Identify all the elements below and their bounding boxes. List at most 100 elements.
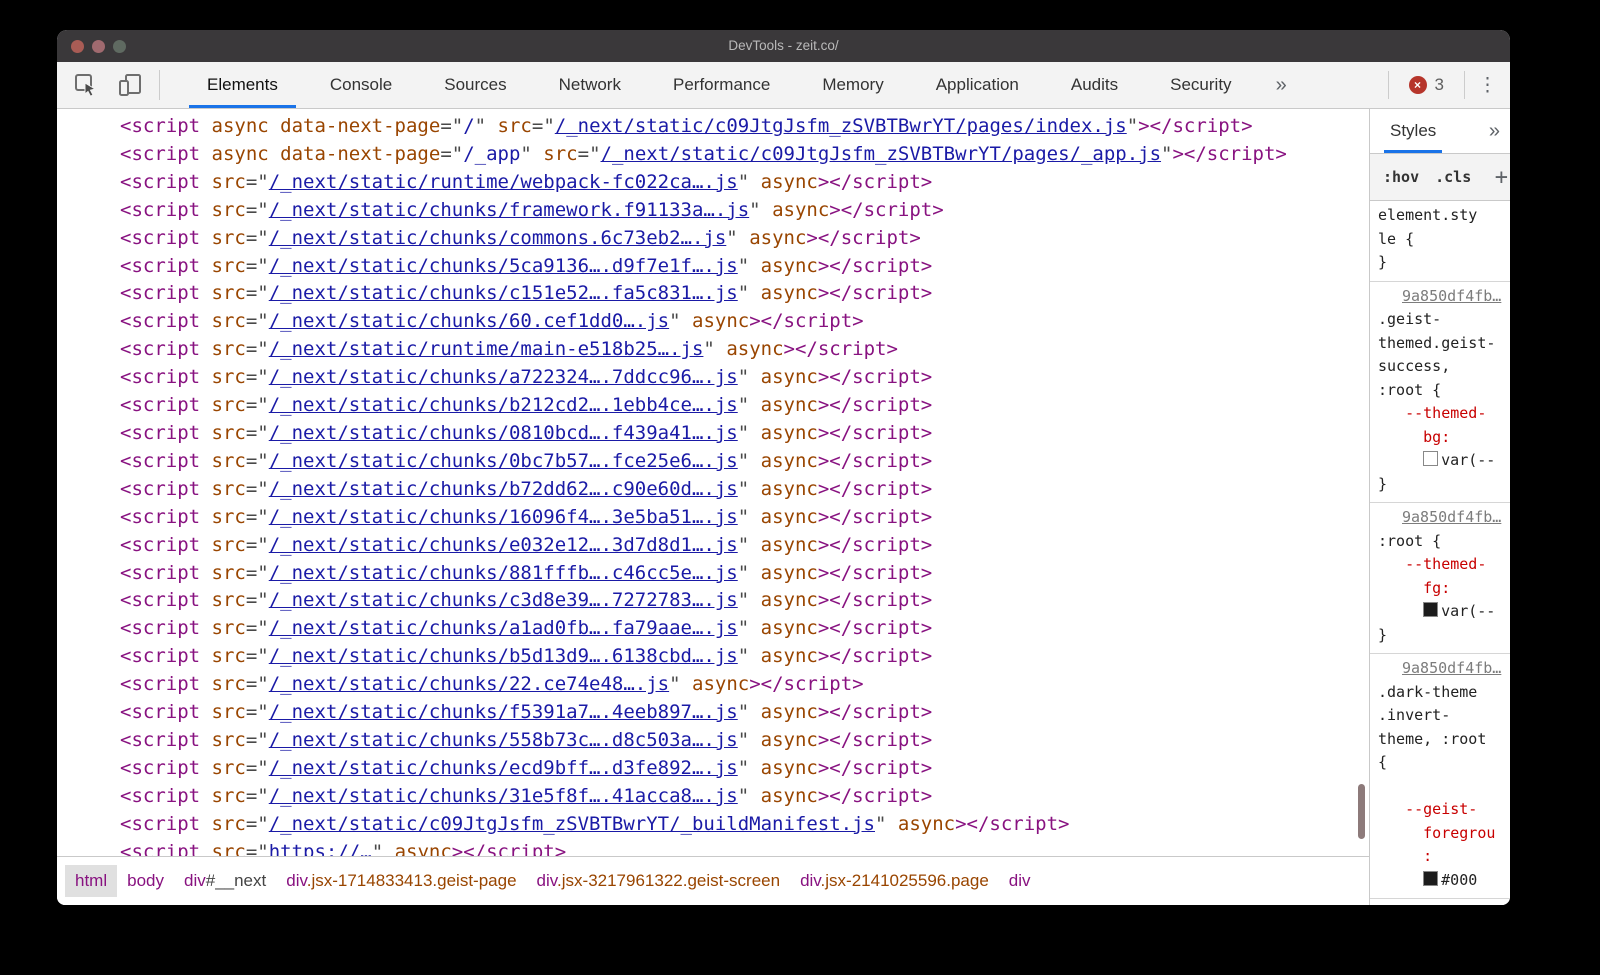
tab-network[interactable]: Network xyxy=(533,62,647,108)
resource-link[interactable]: /_next/static/chunks/558b73c….d8c503a….j… xyxy=(269,729,738,751)
dom-node[interactable]: <script src="/_next/static/chunks/b212cd… xyxy=(120,392,1369,420)
dom-node[interactable]: <script src="/_next/static/chunks/f5391a… xyxy=(120,699,1369,727)
tab-audits[interactable]: Audits xyxy=(1045,62,1144,108)
resource-link[interactable]: /_next/static/runtime/main-e518b25….js xyxy=(269,338,704,360)
device-toolbar-icon[interactable] xyxy=(115,70,145,100)
tab-console[interactable]: Console xyxy=(304,62,418,108)
dom-node[interactable]: <script src="/_next/static/chunks/ecd9bf… xyxy=(120,755,1369,783)
breadcrumb-div[interactable]: div.jsx-3217961322.geist-screen xyxy=(527,865,791,897)
breadcrumb-html[interactable]: html xyxy=(65,865,117,897)
breadcrumb-div#__next[interactable]: div#__next xyxy=(174,865,276,897)
style-rule-line[interactable]: { xyxy=(1378,751,1506,775)
style-rule-line[interactable]: } xyxy=(1378,624,1506,648)
style-rule-line[interactable]: bg: xyxy=(1378,426,1506,450)
dom-node[interactable]: <script async data-next-page="/_app" src… xyxy=(120,141,1369,169)
style-rule-line[interactable]: .dark-theme xyxy=(1378,681,1506,705)
resource-link[interactable]: /_next/static/chunks/ecd9bff….d3fe892….j… xyxy=(269,757,738,779)
resource-link[interactable]: /_next/static/c09JtgJsfm_zSVBTBwrYT/_bui… xyxy=(269,813,875,835)
style-rule-line[interactable]: themed.geist- xyxy=(1378,332,1506,356)
dom-node[interactable]: <script src="/_next/static/chunks/881fff… xyxy=(120,560,1369,588)
tab-sources[interactable]: Sources xyxy=(418,62,532,108)
color-swatch[interactable] xyxy=(1423,451,1438,466)
dom-node[interactable]: <script src="/_next/static/chunks/c3d8e3… xyxy=(120,587,1369,615)
resource-link[interactable]: /_next/static/chunks/c3d8e39….7272783….j… xyxy=(269,589,738,611)
tab-styles[interactable]: Styles xyxy=(1384,109,1442,153)
resource-link[interactable]: /_next/static/chunks/22.ce74e48….js xyxy=(269,673,669,695)
new-style-rule-icon[interactable]: + xyxy=(1495,165,1508,190)
resource-link[interactable]: /_next/static/chunks/b212cd2….1ebb4ce….j… xyxy=(269,394,738,416)
style-rule-line[interactable] xyxy=(1378,775,1506,799)
style-rule-line[interactable]: var(-- xyxy=(1378,600,1506,624)
dom-node[interactable]: <script src="/_next/static/chunks/b72dd6… xyxy=(120,476,1369,504)
breadcrumb-body[interactable]: body xyxy=(117,865,174,897)
more-options-icon[interactable]: ⋮ xyxy=(1465,74,1510,97)
resource-link[interactable]: /_next/static/c09JtgJsfm_zSVBTBwrYT/page… xyxy=(601,143,1162,165)
resource-link[interactable]: /_next/static/chunks/0bc7b57….fce25e6….j… xyxy=(269,450,738,472)
style-rule-line[interactable]: element.sty xyxy=(1378,204,1506,228)
stylesheet-link[interactable]: 9a850df4fb… xyxy=(1378,285,1506,309)
error-counter[interactable]: × 3 xyxy=(1389,75,1464,95)
dom-node[interactable]: <script src="/_next/static/chunks/c151e5… xyxy=(120,280,1369,308)
style-rule-line[interactable]: .geist- xyxy=(1378,308,1506,332)
style-rule-line[interactable]: :root { xyxy=(1378,379,1506,403)
style-rule-line[interactable]: } xyxy=(1378,473,1506,497)
style-rule-line[interactable]: foregrou xyxy=(1378,822,1506,846)
dom-node[interactable]: <script src="/_next/static/chunks/16096f… xyxy=(120,504,1369,532)
more-tabs-chevron-icon[interactable]: » xyxy=(1268,62,1295,108)
dom-node[interactable]: <script src="/_next/static/chunks/0810bc… xyxy=(120,420,1369,448)
resource-link[interactable]: /_next/static/runtime/webpack-fc022ca….j… xyxy=(269,171,738,193)
resource-link[interactable]: /_next/static/chunks/b72dd62….c90e60d….j… xyxy=(269,478,738,500)
dom-node[interactable]: <script src="/_next/static/chunks/31e5f8… xyxy=(120,783,1369,811)
dom-node[interactable]: <script src="/_next/static/chunks/22.ce7… xyxy=(120,671,1369,699)
resource-link[interactable]: /_next/static/chunks/b5d13d9….6138cbd….j… xyxy=(269,645,738,667)
dom-node[interactable]: <script async data-next-page="/" src="/_… xyxy=(120,113,1369,141)
style-rule-line[interactable]: --geist- xyxy=(1378,798,1506,822)
resource-link[interactable]: /_next/static/chunks/16096f4….3e5ba51….j… xyxy=(269,506,738,528)
dom-node[interactable]: <script src="/_next/static/chunks/b5d13d… xyxy=(120,643,1369,671)
dom-node[interactable]: <script src="/_next/static/runtime/webpa… xyxy=(120,169,1369,197)
dom-node[interactable]: <script src="/_next/static/chunks/a1ad0f… xyxy=(120,615,1369,643)
style-rule-line[interactable]: } xyxy=(1378,251,1506,275)
tab-performance[interactable]: Performance xyxy=(647,62,796,108)
dom-node[interactable]: <script src="/_next/static/chunks/common… xyxy=(120,225,1369,253)
resource-link[interactable]: /_next/static/c09JtgJsfm_zSVBTBwrYT/page… xyxy=(555,115,1127,137)
resource-link[interactable]: /_next/static/chunks/framework.f91133a….… xyxy=(269,199,749,221)
dom-node[interactable]: <script src="/_next/static/c09JtgJsfm_zS… xyxy=(120,811,1369,839)
resource-link[interactable]: /_next/static/chunks/a1ad0fb….fa79aae….j… xyxy=(269,617,738,639)
dom-node[interactable]: <script src="https://…" async></script> xyxy=(120,839,1369,857)
style-rule-line[interactable]: --themed- xyxy=(1378,402,1506,426)
dom-node[interactable]: <script src="/_next/static/chunks/0bc7b5… xyxy=(120,448,1369,476)
dom-node[interactable]: <script src="/_next/static/runtime/main-… xyxy=(120,336,1369,364)
style-rule-line[interactable]: success, xyxy=(1378,355,1506,379)
style-rule-line[interactable]: fg: xyxy=(1378,577,1506,601)
style-rule-line[interactable]: : xyxy=(1378,845,1506,869)
sidebar-more-tabs-chevron-icon[interactable]: » xyxy=(1489,109,1500,153)
resource-link[interactable]: /_next/static/chunks/c151e52….fa5c831….j… xyxy=(269,282,738,304)
breadcrumb-div[interactable]: div xyxy=(999,865,1041,897)
tab-application[interactable]: Application xyxy=(910,62,1045,108)
resource-link[interactable]: /_next/static/chunks/e032e12….3d7d8d1….j… xyxy=(269,534,738,556)
resource-link[interactable]: /_next/static/chunks/commons.6c73eb2….js xyxy=(269,227,727,249)
style-rule-line[interactable]: le { xyxy=(1378,228,1506,252)
style-rule-line[interactable]: #000 xyxy=(1378,869,1506,893)
resource-link[interactable]: /_next/static/chunks/a722324….7ddcc96….j… xyxy=(269,366,738,388)
resource-link[interactable]: https://… xyxy=(269,841,372,857)
toggle-element-state-button[interactable]: :hov xyxy=(1383,168,1419,186)
resource-link[interactable]: /_next/static/chunks/f5391a7….4eeb897….j… xyxy=(269,701,738,723)
tab-elements[interactable]: Elements xyxy=(181,62,304,108)
breadcrumb-div[interactable]: div.jsx-1714833413.geist-page xyxy=(276,865,526,897)
resource-link[interactable]: /_next/static/chunks/60.cef1dd0….js xyxy=(269,310,669,332)
dom-node[interactable]: <script src="/_next/static/chunks/5ca913… xyxy=(120,253,1369,281)
dom-node[interactable]: <script src="/_next/static/chunks/558b73… xyxy=(120,727,1369,755)
element-classes-button[interactable]: .cls xyxy=(1435,168,1471,186)
dom-node[interactable]: <script src="/_next/static/chunks/a72232… xyxy=(120,364,1369,392)
stylesheet-link[interactable]: 9a850df4fb… xyxy=(1378,506,1506,530)
resource-link[interactable]: /_next/static/chunks/881fffb….c46cc5e….j… xyxy=(269,562,738,584)
dom-node[interactable]: <script src="/_next/static/chunks/e032e1… xyxy=(120,532,1369,560)
style-rule-line[interactable]: theme, :root xyxy=(1378,728,1506,752)
style-rule-line[interactable]: :root { xyxy=(1378,530,1506,554)
style-rule-line[interactable]: .invert- xyxy=(1378,704,1506,728)
dom-node[interactable]: <script src="/_next/static/chunks/60.cef… xyxy=(120,308,1369,336)
vertical-scrollbar[interactable] xyxy=(1358,784,1365,839)
tab-security[interactable]: Security xyxy=(1144,62,1257,108)
